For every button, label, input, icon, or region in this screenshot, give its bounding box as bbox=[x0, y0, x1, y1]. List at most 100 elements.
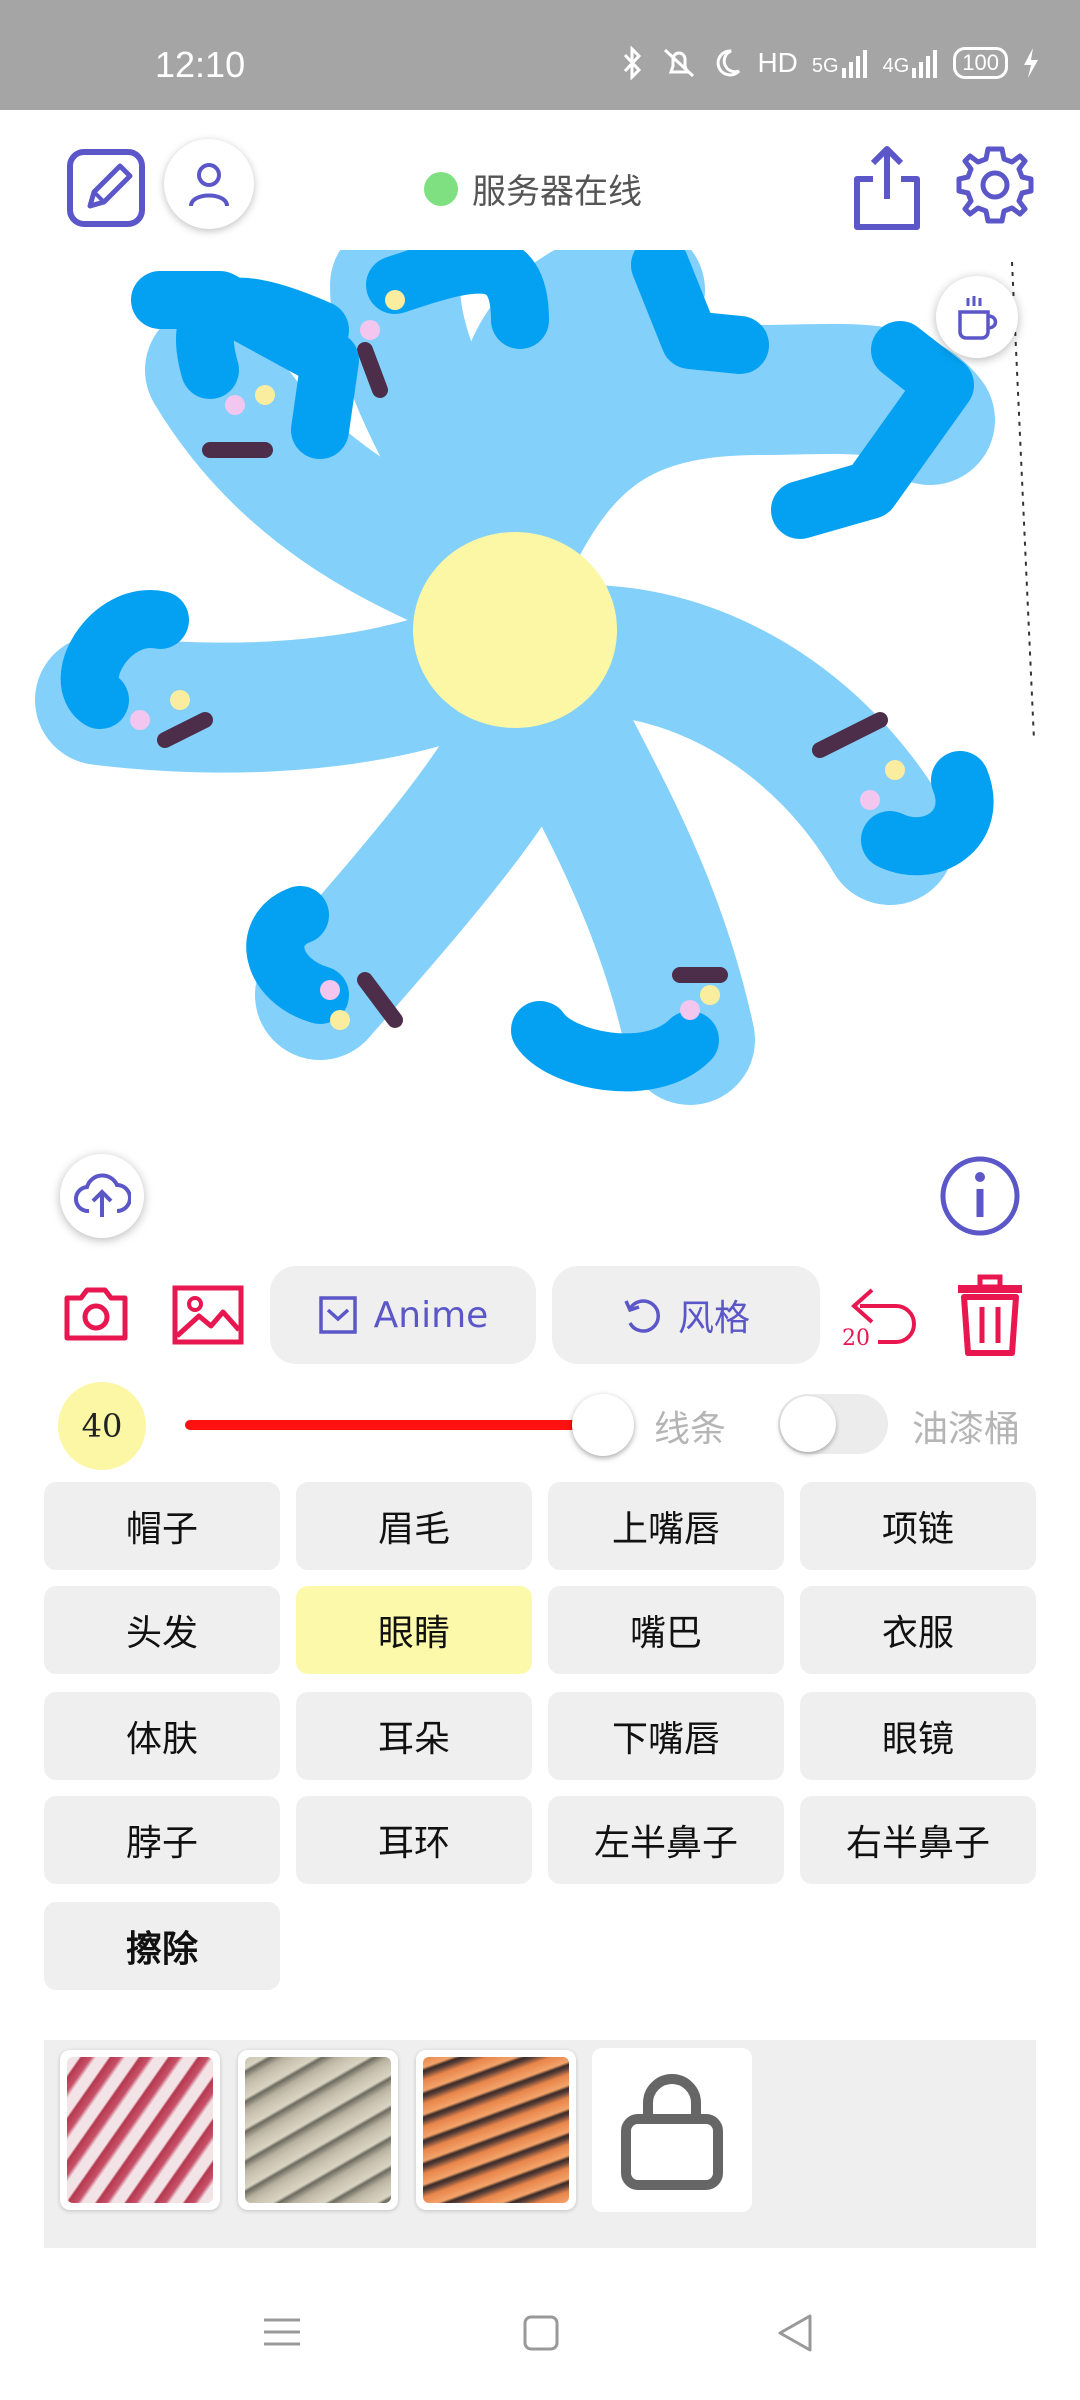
locked-style-button[interactable] bbox=[592, 2048, 752, 2212]
anime-model-button[interactable]: Anime bbox=[270, 1266, 536, 1364]
limb-dot bbox=[255, 385, 275, 405]
limb-dot bbox=[130, 710, 150, 730]
part-button[interactable]: 眼镜 bbox=[800, 1692, 1036, 1780]
cloud-upload-icon bbox=[74, 1173, 131, 1217]
style-button[interactable]: 风格 bbox=[552, 1266, 820, 1364]
charging-icon bbox=[1024, 48, 1038, 78]
part-button[interactable]: 下嘴唇 bbox=[548, 1692, 784, 1780]
slider-track bbox=[185, 1420, 594, 1430]
part-button[interactable]: 衣服 bbox=[800, 1586, 1036, 1674]
signal-bars-icon bbox=[841, 50, 867, 78]
brush-size-badge: 40 bbox=[58, 1382, 146, 1470]
line-mode-label: 线条 bbox=[654, 1409, 727, 1450]
refresh-icon bbox=[624, 1299, 660, 1333]
user-icon bbox=[189, 163, 229, 207]
limb-dot bbox=[885, 760, 905, 780]
limb-dot bbox=[700, 985, 720, 1005]
toggle-knob bbox=[780, 1396, 836, 1452]
anime-model-label: Anime bbox=[373, 1294, 489, 1336]
edit-button[interactable] bbox=[58, 140, 154, 236]
brush-size-slider[interactable] bbox=[185, 1390, 635, 1460]
back-triangle-icon[interactable] bbox=[774, 2312, 814, 2354]
navigation-bar bbox=[0, 2270, 1080, 2400]
gallery-button[interactable] bbox=[170, 1282, 246, 1348]
paint-bucket-label: 油漆桶 bbox=[912, 1409, 1021, 1450]
part-button[interactable]: 体肤 bbox=[44, 1692, 280, 1780]
signal-4g: 4G bbox=[883, 48, 940, 78]
limb-dot bbox=[385, 290, 405, 310]
net-label-4g: 4G bbox=[882, 55, 910, 77]
status-time: 12:10 bbox=[155, 44, 246, 85]
signal-5g: 5G bbox=[812, 48, 869, 78]
status-icons: HD 5G 4G 100 bbox=[621, 46, 1040, 80]
menu-icon[interactable] bbox=[262, 2314, 302, 2350]
home-square-icon[interactable] bbox=[522, 2314, 560, 2352]
camera-button[interactable] bbox=[60, 1280, 132, 1348]
part-button[interactable]: 嘴巴 bbox=[548, 1586, 784, 1674]
info-icon bbox=[940, 1156, 1020, 1236]
flower-center bbox=[413, 532, 617, 728]
part-button[interactable]: 项链 bbox=[800, 1482, 1036, 1570]
undo-button[interactable]: 20 bbox=[838, 1276, 922, 1356]
account-button[interactable] bbox=[164, 139, 254, 229]
slider-thumb[interactable] bbox=[572, 1394, 634, 1456]
drawing-artwork bbox=[35, 220, 1035, 1105]
hd-indicator: HD bbox=[757, 47, 798, 78]
limb-dot bbox=[680, 1000, 700, 1020]
style-label: 风格 bbox=[677, 1298, 750, 1339]
style-thumb-crimson[interactable] bbox=[60, 2050, 220, 2210]
trash-icon bbox=[958, 1274, 1022, 1356]
net-label-5g: 5G bbox=[811, 55, 839, 77]
limb-dot bbox=[860, 790, 880, 810]
limb-dot bbox=[225, 395, 245, 415]
camera-icon bbox=[64, 1287, 128, 1341]
part-button[interactable]: 眉毛 bbox=[296, 1482, 532, 1570]
checkbox-icon bbox=[318, 1296, 357, 1334]
share-button[interactable] bbox=[846, 140, 928, 236]
limb-dot bbox=[360, 320, 380, 340]
limb-dot bbox=[330, 1010, 350, 1030]
limb-hand-4 bbox=[511, 1001, 719, 1092]
limb-dot bbox=[170, 690, 190, 710]
tiger-texture bbox=[423, 2057, 569, 2203]
image-icon bbox=[172, 1285, 244, 1345]
undo-count: 20 bbox=[842, 1326, 870, 1351]
paint-bucket-toggle[interactable] bbox=[778, 1394, 888, 1454]
limb-dot bbox=[320, 980, 340, 1000]
drawing-canvas[interactable] bbox=[0, 220, 1080, 1160]
mute-icon bbox=[664, 48, 695, 78]
battery-level: 100 bbox=[953, 47, 1008, 79]
part-button[interactable]: 头发 bbox=[44, 1586, 280, 1674]
share-icon bbox=[854, 146, 920, 230]
part-button[interactable]: 左半鼻子 bbox=[548, 1796, 784, 1884]
bluetooth-icon bbox=[624, 46, 642, 80]
part-button[interactable]: 耳朵 bbox=[296, 1692, 532, 1780]
coffee-button[interactable] bbox=[936, 276, 1018, 358]
part-button[interactable]: 脖子 bbox=[44, 1796, 280, 1884]
gear-icon bbox=[956, 146, 1034, 224]
part-button[interactable]: 耳环 bbox=[296, 1796, 532, 1884]
lock-icon bbox=[621, 2074, 723, 2190]
moon-icon bbox=[717, 49, 741, 77]
part-button[interactable]: 眼睛 bbox=[296, 1586, 532, 1674]
server-status-label: 服务器在线 bbox=[472, 172, 642, 212]
part-button[interactable]: 上嘴唇 bbox=[548, 1482, 784, 1570]
part-button[interactable]: 右半鼻子 bbox=[800, 1796, 1036, 1884]
delete-button[interactable] bbox=[950, 1272, 1030, 1358]
signal-bars-icon bbox=[912, 50, 938, 78]
edit-icon bbox=[67, 149, 145, 227]
part-button[interactable]: 擦除 bbox=[44, 1902, 280, 1990]
app-screen: 12:10 HD 5G 4G 100 服务器在线 Anime 风格 20 40 … bbox=[0, 0, 1080, 2400]
style-thumb-stone[interactable] bbox=[238, 2050, 398, 2210]
style-thumb-tiger[interactable] bbox=[416, 2050, 576, 2210]
stone-texture bbox=[245, 2057, 391, 2203]
online-indicator bbox=[424, 171, 458, 206]
crimson-texture bbox=[67, 2057, 213, 2203]
upload-button[interactable] bbox=[60, 1154, 144, 1238]
status-bar: 12:10 HD 5G 4G 100 bbox=[0, 0, 1080, 110]
settings-button[interactable] bbox=[952, 142, 1038, 228]
server-status: 服务器在线 bbox=[424, 164, 642, 213]
coffee-cup-icon bbox=[958, 296, 998, 340]
part-button[interactable]: 帽子 bbox=[44, 1482, 280, 1570]
info-button[interactable] bbox=[938, 1154, 1022, 1238]
